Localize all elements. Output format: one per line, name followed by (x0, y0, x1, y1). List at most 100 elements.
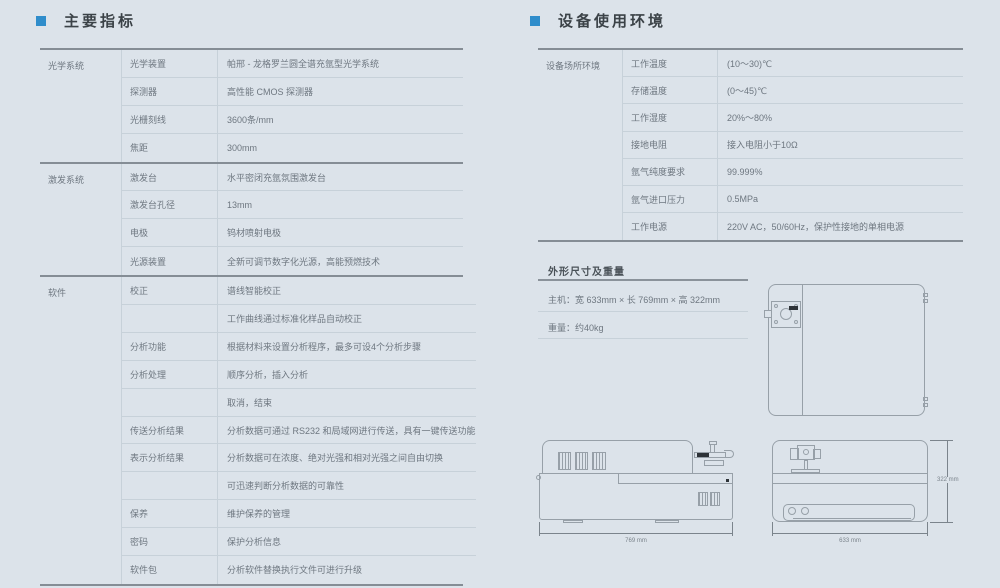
table-row: 氩气进口压力0.5MPa (623, 186, 963, 213)
row-label: 接地电阻 (623, 132, 718, 158)
row-label: 工作温度 (623, 50, 718, 76)
dimension-label-wrap: 769 mm (539, 533, 733, 551)
row-label: 传送分析结果 (122, 417, 218, 444)
extension-line (930, 522, 953, 523)
clamp-knob (709, 441, 717, 445)
row-label (122, 389, 218, 416)
row-label: 工作电源 (623, 213, 718, 240)
row-label: 光学装置 (122, 50, 218, 77)
category-cell: 设备场所环境 (538, 50, 623, 240)
section-rows: 光学装置帕邢 - 龙格罗兰圆全谱充氩型光学系统 探测器高性能 CMOS 探测器 … (122, 50, 463, 162)
row-value: 99.999% (718, 167, 963, 177)
row-value: 高性能 CMOS 探测器 (218, 85, 463, 98)
row-value: 13mm (218, 200, 463, 210)
table-row: 焦距300mm (122, 134, 463, 162)
spec-page: 主要指标 光学系统 光学装置帕邢 - 龙格罗兰圆全谱充氩型光学系统 探测器高性能… (0, 0, 1000, 588)
vent-grille (592, 452, 606, 470)
table-row: 校正谱线智能校正 (122, 277, 476, 305)
row-value: 根据材料来设置分析程序，最多可设4个分析步骤 (218, 340, 476, 353)
table-row: 电极钨材喷射电极 (122, 219, 463, 247)
table-row: 光栅刻线3600条/mm (122, 106, 463, 134)
table-row: 存储温度(0～45)℃ (623, 77, 963, 104)
table-section-excitation: 激发系统 激发台水平密闭充氩氛围激发台 激发台孔径13mm 电极钨材喷射电极 光… (40, 162, 463, 276)
row-label: 分析处理 (122, 361, 218, 388)
table-row: 氩气纯度要求99.999% (623, 159, 963, 186)
table-row: 传送分析结果分析数据可通过 RS232 和局域网进行传送，具有一键传送功能 (122, 417, 476, 445)
row-value: 分析数据可在浓度、绝对光强和相对光强之间自由切换 (218, 451, 476, 464)
divider (538, 311, 748, 312)
row-value: (10～30)℃ (718, 57, 963, 70)
table-section-environment: 设备场所环境 工作温度(10～30)℃ 存储温度(0～45)℃ 工作湿度20%～… (538, 50, 963, 240)
bullet-square-icon (530, 16, 540, 26)
screw-icon (794, 320, 798, 324)
vent-grille (698, 492, 708, 506)
hinge (923, 397, 928, 401)
environment-header: 设备使用环境 (530, 10, 666, 31)
section-title: 主要指标 (64, 10, 136, 31)
row-value: 工作曲线通过标准化样品自动校正 (218, 312, 476, 325)
category-cell: 光学系统 (40, 50, 122, 162)
row-value: 取消，结束 (218, 396, 476, 409)
section-rows: 校正谱线智能校正 工作曲线通过标准化样品自动校正 分析功能根据材料来设置分析程序… (122, 277, 476, 584)
category-cell: 软件 (40, 277, 122, 584)
panel-line (773, 473, 927, 474)
section-title: 设备使用环境 (558, 10, 666, 31)
table-row: 软件包分析软件替换执行文件可进行升级 (122, 556, 476, 584)
button-dot (726, 479, 729, 482)
hinge (923, 299, 928, 303)
clamp-base (704, 460, 724, 466)
row-label: 保养 (122, 500, 218, 527)
clamp-block (697, 453, 709, 457)
row-label: 软件包 (122, 556, 218, 584)
dimensions-title: 外形尺寸及重量 (548, 263, 625, 278)
table-row: 接地电阻接入电阻小于10Ω (623, 132, 963, 159)
vent-grille (575, 452, 588, 470)
panel-line (773, 483, 927, 484)
row-value: 3600条/mm (218, 113, 463, 126)
row-value: 接入电阻小于10Ω (718, 138, 963, 151)
height-dimension-label: 322 mm (934, 477, 962, 483)
table-row: 工作湿度20%～80% (623, 104, 963, 131)
table-row: 工作温度(10～30)℃ (623, 50, 963, 77)
width-dimension-label: 633 mm (836, 538, 864, 544)
table-row: 取消，结束 (122, 389, 476, 417)
base-line (793, 518, 911, 519)
table-row: 可迅速判断分析数据的可靠性 (122, 472, 476, 500)
step-line (618, 473, 619, 483)
clamp-post (710, 444, 715, 453)
row-label: 工作湿度 (623, 104, 718, 130)
extension-line (930, 440, 953, 441)
table-section-software: 软件 校正谱线智能校正 工作曲线通过标准化样品自动校正 分析功能根据材料来设置分… (40, 275, 463, 584)
row-value: 水平密闭充氩氛围激发台 (218, 171, 463, 184)
hinge (923, 293, 928, 297)
row-label: 校正 (122, 277, 218, 304)
table-row: 保养维护保养的管理 (122, 500, 476, 528)
screw-icon (774, 320, 778, 324)
host-dimensions-text: 主机：宽 633mm × 长 769mm × 高 322mm (548, 293, 720, 306)
row-label: 氩气纯度要求 (623, 159, 718, 185)
divider (538, 338, 748, 339)
row-value: (0～45)℃ (718, 84, 963, 97)
row-value: 300mm (218, 143, 463, 153)
table-row: 分析功能根据材料来设置分析程序，最多可设4个分析步骤 (122, 333, 476, 361)
row-value: 钨材喷射电极 (218, 226, 463, 239)
hinge (923, 403, 928, 407)
port-circle (536, 475, 541, 480)
table-row: 密码保护分析信息 (122, 528, 476, 556)
row-value: 帕邢 - 龙格罗兰圆全谱充氩型光学系统 (218, 57, 463, 70)
table-row: 光学装置帕邢 - 龙格罗兰圆全谱充氩型光学系统 (122, 50, 463, 78)
row-label: 光栅刻线 (122, 106, 218, 133)
section-rows: 激发台水平密闭充氩氛围激发台 激发台孔径13mm 电极钨材喷射电极 光源装置全新… (122, 164, 463, 276)
row-value: 谱线智能校正 (218, 284, 476, 297)
row-label: 探测器 (122, 78, 218, 105)
dimension-label-wrap: 633 mm (772, 533, 928, 551)
row-value: 全新可调节数字化光源，高能预燃技术 (218, 255, 463, 268)
environment-table: 设备场所环境 工作温度(10～30)℃ 存储温度(0～45)℃ 工作湿度20%～… (538, 48, 963, 242)
row-value: 维护保养的管理 (218, 507, 476, 520)
bullet-square-icon (36, 16, 46, 26)
button-circle (801, 507, 809, 515)
row-value: 20%～80% (718, 111, 963, 124)
row-label: 激发台孔径 (122, 191, 218, 218)
row-label: 光源装置 (122, 247, 218, 275)
vent-grille (710, 492, 720, 506)
